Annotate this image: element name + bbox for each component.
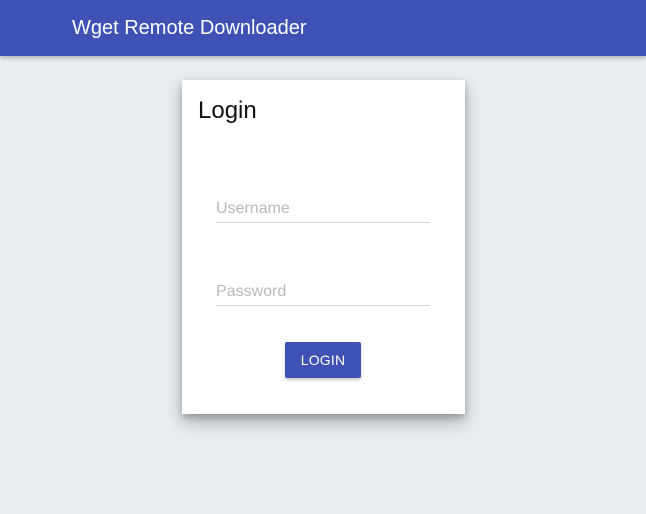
username-input[interactable] (216, 198, 430, 220)
app-title: Wget Remote Downloader (72, 17, 307, 39)
login-button[interactable]: LOGIN (285, 342, 361, 378)
password-input[interactable] (216, 281, 430, 303)
app-bar: Wget Remote Downloader (0, 0, 646, 56)
login-card: Login LOGIN (182, 80, 465, 414)
login-title: Login (198, 97, 257, 124)
password-field (216, 277, 430, 306)
username-field (216, 194, 430, 223)
